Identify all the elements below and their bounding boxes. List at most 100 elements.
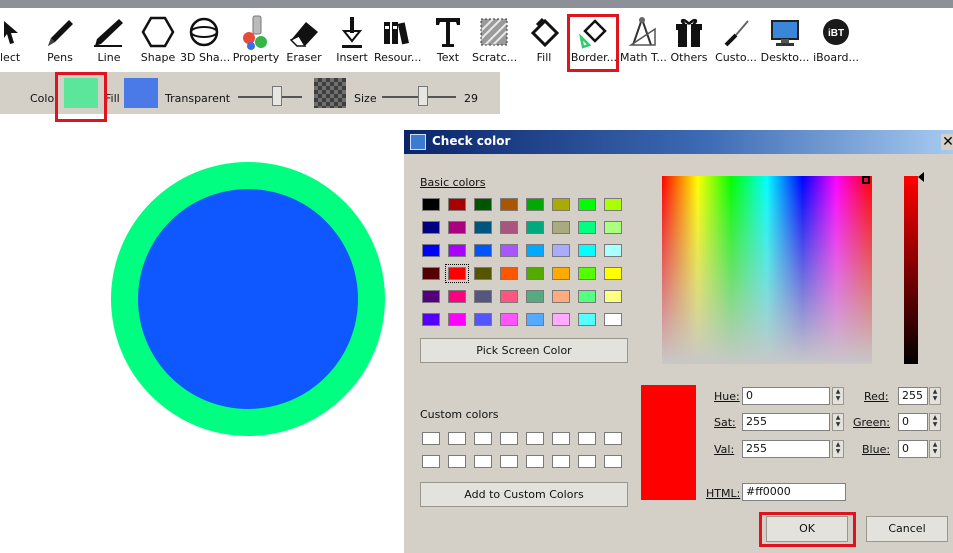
basic-color-swatch[interactable] [474,221,492,234]
basic-color-swatch[interactable] [500,290,518,303]
tool-text[interactable]: Text [428,12,468,70]
pick-screen-color-button[interactable]: Pick Screen Color [420,338,628,363]
hue-spinner[interactable]: ▲ ▼ [832,387,844,405]
basic-color-swatch[interactable] [448,313,466,326]
custom-color-slot[interactable] [604,455,622,468]
basic-color-swatch[interactable] [578,244,596,257]
transparent-slider-track[interactable] [238,96,302,98]
basic-color-swatch[interactable] [448,221,466,234]
basic-color-swatch[interactable] [448,290,466,303]
custom-color-slot[interactable] [474,432,492,445]
basic-color-swatch[interactable] [578,267,596,280]
basic-color-swatch[interactable] [422,313,440,326]
tool-desktop[interactable]: Deskto... [760,12,810,70]
basic-color-swatch[interactable] [604,267,622,280]
custom-color-slot[interactable] [500,455,518,468]
basic-color-swatch[interactable] [500,267,518,280]
basic-color-swatch[interactable] [604,198,622,211]
basic-color-swatch[interactable] [500,221,518,234]
basic-color-swatch[interactable] [422,244,440,257]
basic-color-swatch[interactable] [552,290,570,303]
val-spinner[interactable]: ▲ ▼ [832,440,844,458]
basic-color-swatch[interactable] [422,198,440,211]
tool-iboard[interactable]: iBT iBoard... [812,12,860,70]
tool-shape[interactable]: Shape [138,12,178,70]
add-to-custom-colors-button[interactable]: Add to Custom Colors [420,482,628,507]
close-icon[interactable]: ✕ [941,134,953,150]
cancel-button[interactable]: Cancel [866,516,948,542]
tool-eraser[interactable]: Eraser [284,12,324,70]
custom-color-slot[interactable] [474,455,492,468]
basic-color-swatch[interactable] [474,290,492,303]
basic-color-swatch[interactable] [500,198,518,211]
basic-color-swatch[interactable] [552,267,570,280]
size-slider-thumb[interactable] [418,86,428,106]
custom-color-slot[interactable] [500,432,518,445]
tool-property[interactable]: Property [230,12,282,70]
basic-color-swatch[interactable] [422,267,440,280]
custom-color-slot[interactable] [552,432,570,445]
tool-others[interactable]: Others [666,12,712,70]
basic-color-swatch[interactable] [448,244,466,257]
basic-color-swatch[interactable] [526,313,544,326]
blue-input[interactable]: 0 [898,440,928,458]
sat-spinner[interactable]: ▲ ▼ [832,413,844,431]
basic-color-swatch[interactable] [526,198,544,211]
luminance-slider[interactable] [904,176,918,364]
basic-color-swatch[interactable] [552,244,570,257]
hue-input[interactable]: 0 [742,387,830,405]
basic-color-swatch[interactable] [422,221,440,234]
basic-color-swatch[interactable] [474,313,492,326]
basic-color-swatch[interactable] [578,198,596,211]
val-input[interactable]: 255 [742,440,830,458]
drawn-circle[interactable] [110,160,386,438]
custom-color-slot[interactable] [448,432,466,445]
basic-color-swatch[interactable] [526,221,544,234]
tool-fill[interactable]: Fill [522,12,566,70]
basic-color-swatch[interactable] [500,313,518,326]
basic-color-swatch[interactable] [604,290,622,303]
sat-input[interactable]: 255 [742,413,830,431]
basic-color-swatch[interactable] [474,244,492,257]
basic-color-swatch[interactable] [526,290,544,303]
custom-color-slot[interactable] [526,455,544,468]
tool-select[interactable]: lect [0,12,28,70]
basic-color-swatch[interactable] [604,244,622,257]
custom-color-slot[interactable] [578,455,596,468]
green-input[interactable]: 0 [898,413,928,431]
basic-color-swatch[interactable] [604,221,622,234]
red-input[interactable]: 255 [898,387,928,405]
color-spectrum-picker[interactable] [662,176,872,364]
custom-color-slot[interactable] [604,432,622,445]
basic-color-swatch[interactable] [578,313,596,326]
tool-3d-shape[interactable]: 3D Sha... [180,12,230,70]
red-spinner[interactable]: ▲ ▼ [929,387,941,405]
tool-custom[interactable]: Custo... [714,12,758,70]
tool-line[interactable]: Line [88,12,130,70]
tool-pens[interactable]: Pens [40,12,80,70]
transparent-slider-thumb[interactable] [272,86,282,106]
basic-color-swatch[interactable] [422,290,440,303]
basic-color-swatch[interactable] [445,264,469,283]
blue-spinner[interactable]: ▲ ▼ [929,440,941,458]
basic-color-swatch[interactable] [474,198,492,211]
basic-color-swatch[interactable] [552,221,570,234]
basic-color-swatch[interactable] [604,313,622,326]
basic-color-swatch[interactable] [526,244,544,257]
custom-color-slot[interactable] [552,455,570,468]
custom-color-slot[interactable] [526,432,544,445]
basic-color-swatch[interactable] [552,198,570,211]
tool-math[interactable]: Math T... [620,12,667,70]
tool-resources[interactable]: Resour... [374,12,421,70]
basic-color-swatch[interactable] [500,244,518,257]
green-spinner[interactable]: ▲ ▼ [929,413,941,431]
tool-insert[interactable]: Insert [332,12,372,70]
basic-color-swatch[interactable] [578,221,596,234]
fill-color-swatch[interactable] [124,78,158,108]
basic-color-swatch[interactable] [448,198,466,211]
basic-color-swatch[interactable] [526,267,544,280]
custom-color-slot[interactable] [422,455,440,468]
custom-color-slot[interactable] [422,432,440,445]
custom-color-slot[interactable] [578,432,596,445]
basic-color-swatch[interactable] [552,313,570,326]
